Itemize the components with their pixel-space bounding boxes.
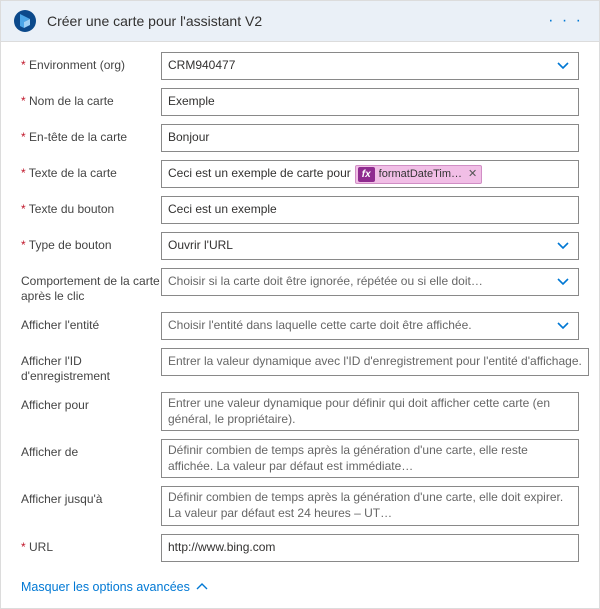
label-button-text: Texte du bouton bbox=[21, 196, 161, 217]
field-behavior: Comportement de la carte après le clic C… bbox=[21, 268, 579, 304]
field-card-text: Texte de la carte Ceci est un exemple de… bbox=[21, 160, 579, 188]
label-record-id: Afficher l'ID d'enregistrement bbox=[21, 348, 161, 384]
field-card-name: Nom de la carte Exemple bbox=[21, 88, 579, 116]
label-environment: Environment (org) bbox=[21, 52, 161, 73]
chevron-up-icon bbox=[196, 581, 208, 593]
input-button-type[interactable]: Ouvrir l'URL bbox=[161, 232, 579, 260]
label-url: URL bbox=[21, 534, 161, 555]
input-button-text[interactable]: Ceci est un exemple bbox=[161, 196, 579, 224]
chip-label: formatDateTim… bbox=[379, 167, 462, 181]
input-show-for[interactable]: Entrer une valeur dynamique pour définir… bbox=[161, 392, 579, 431]
label-show-until: Afficher jusqu'à bbox=[21, 486, 161, 507]
action-card: Créer une carte pour l'assistant V2 · · … bbox=[0, 0, 600, 609]
toggle-advanced-options[interactable]: Masquer les options avancées bbox=[21, 580, 208, 594]
card-header: Créer une carte pour l'assistant V2 · · … bbox=[1, 1, 599, 42]
input-card-text[interactable]: Ceci est un exemple de carte pour fx for… bbox=[161, 160, 579, 188]
input-url[interactable]: http://www.bing.com bbox=[161, 534, 579, 562]
label-show-from: Afficher de bbox=[21, 439, 161, 460]
input-show-entity[interactable]: Choisir l'entité dans laquelle cette car… bbox=[161, 312, 579, 340]
input-behavior[interactable]: Choisir si la carte doit être ignorée, r… bbox=[161, 268, 579, 296]
toggle-label: Masquer les options avancées bbox=[21, 580, 190, 594]
card-body: Environment (org) CRM940477 Nom de la ca… bbox=[1, 42, 599, 576]
label-button-type: Type de bouton bbox=[21, 232, 161, 253]
label-show-entity: Afficher l'entité bbox=[21, 312, 161, 333]
expression-chip[interactable]: fx formatDateTim… ✕ bbox=[355, 165, 482, 184]
label-card-text: Texte de la carte bbox=[21, 160, 161, 181]
input-card-name[interactable]: Exemple bbox=[161, 88, 579, 116]
close-icon[interactable]: ✕ bbox=[468, 167, 477, 181]
fx-icon: fx bbox=[358, 167, 375, 182]
chevron-down-icon bbox=[556, 319, 570, 333]
label-card-header: En-tête de la carte bbox=[21, 124, 161, 145]
dynamics-icon bbox=[13, 9, 37, 33]
field-show-until: Afficher jusqu'à Définir combien de temp… bbox=[21, 486, 579, 525]
label-show-for: Afficher pour bbox=[21, 392, 161, 413]
field-show-for: Afficher pour Entrer une valeur dynamiqu… bbox=[21, 392, 579, 431]
input-record-id[interactable]: Entrer la valeur dynamique avec l'ID d'e… bbox=[161, 348, 589, 376]
chevron-down-icon bbox=[556, 275, 570, 289]
card-footer: Masquer les options avancées bbox=[1, 576, 599, 608]
field-record-id: Afficher l'ID d'enregistrement Entrer la… bbox=[21, 348, 579, 384]
input-card-header[interactable]: Bonjour bbox=[161, 124, 579, 152]
input-show-until[interactable]: Définir combien de temps après la généra… bbox=[161, 486, 579, 525]
label-card-name: Nom de la carte bbox=[21, 88, 161, 109]
chevron-down-icon bbox=[556, 239, 570, 253]
more-icon[interactable]: · · · bbox=[544, 12, 587, 30]
field-button-type: Type de bouton Ouvrir l'URL bbox=[21, 232, 579, 260]
input-show-from[interactable]: Définir combien de temps après la généra… bbox=[161, 439, 579, 478]
field-environment: Environment (org) CRM940477 bbox=[21, 52, 579, 80]
input-environment[interactable]: CRM940477 bbox=[161, 52, 579, 80]
field-url: URL http://www.bing.com bbox=[21, 534, 579, 562]
card-title: Créer une carte pour l'assistant V2 bbox=[47, 13, 544, 29]
field-show-entity: Afficher l'entité Choisir l'entité dans … bbox=[21, 312, 579, 340]
field-show-from: Afficher de Définir combien de temps apr… bbox=[21, 439, 579, 478]
field-button-text: Texte du bouton Ceci est un exemple bbox=[21, 196, 579, 224]
label-behavior: Comportement de la carte après le clic bbox=[21, 268, 161, 304]
field-card-header: En-tête de la carte Bonjour bbox=[21, 124, 579, 152]
chevron-down-icon bbox=[556, 59, 570, 73]
